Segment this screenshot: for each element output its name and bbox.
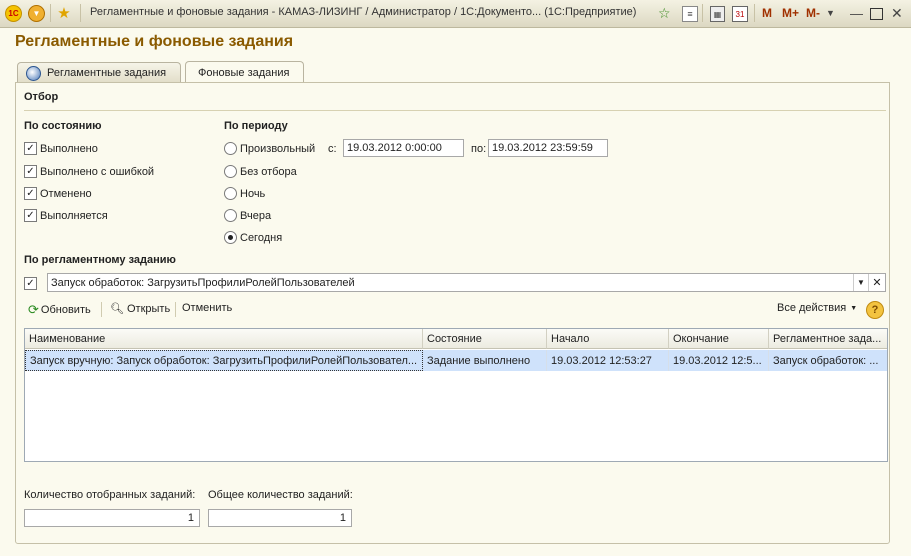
column-header-state[interactable]: Состояние <box>423 329 547 349</box>
all-actions-button[interactable]: Все действия ▼ <box>777 302 857 314</box>
state-filter-title: По состоянию <box>24 120 102 132</box>
table-cell[interactable]: Запуск вручную: Запуск обработок: Загруз… <box>25 350 423 371</box>
separator <box>50 4 51 22</box>
cancel-label: Отменить <box>182 302 233 314</box>
open-label: Открыть <box>126 302 171 315</box>
to-label: по: <box>471 143 487 155</box>
minimize-icon[interactable]: — <box>850 5 863 21</box>
radio-icon[interactable] <box>224 231 237 244</box>
tab-background-jobs[interactable]: Фоновые задания <box>185 61 304 83</box>
radio-label: Ночь <box>240 187 266 200</box>
checkbox-job-filter[interactable]: ✓ <box>24 277 40 290</box>
separator <box>80 4 81 22</box>
checkbox-icon[interactable]: ✓ <box>24 277 37 290</box>
cancel-button[interactable]: Отменить <box>182 302 232 314</box>
period-to-field[interactable]: 19.03.2012 23:59:59 <box>488 139 608 157</box>
refresh-label: Обновить <box>40 304 91 316</box>
page-title: Регламентные и фоновые задания <box>15 33 294 50</box>
radio-label: Без отбора <box>240 165 297 178</box>
radio-custom-period[interactable]: Произвольный <box>224 142 315 155</box>
checkbox-label: Выполнено <box>40 142 98 155</box>
help-icon[interactable]: ? <box>866 301 884 319</box>
job-filter-value: Запуск обработок: ЗагрузитьПрофилиРолейП… <box>51 276 355 289</box>
memory-minus-button[interactable]: M- <box>806 5 820 21</box>
job-filter-title: По регламентному заданию <box>24 254 176 266</box>
memory-button[interactable]: M <box>762 5 772 21</box>
period-filter-title: По периоду <box>224 120 288 132</box>
chevron-down-icon[interactable]: ▼ <box>853 274 868 291</box>
from-label: с: <box>328 143 337 155</box>
jobs-table[interactable]: Наименование Состояние Начало Окончание … <box>24 328 888 462</box>
radio-night[interactable]: Ночь <box>224 187 265 200</box>
column-header-start[interactable]: Начало <box>547 329 669 349</box>
checkbox-label: Выполняется <box>40 209 108 222</box>
window-titlebar: 1С ▼ ★ Регламентные и фоновые задания - … <box>0 0 911 28</box>
separator <box>101 302 102 317</box>
globe-icon <box>26 65 41 81</box>
all-actions-label: Все действия <box>777 302 847 314</box>
divider <box>24 110 886 111</box>
refresh-button[interactable]: ⟳ Обновить <box>28 302 91 318</box>
total-count-label: Общее количество заданий: <box>208 489 353 501</box>
calculator-icon[interactable]: ▦ <box>710 6 725 22</box>
separator <box>702 4 703 22</box>
favorite-star-icon[interactable]: ★ <box>56 5 72 22</box>
table-cell[interactable]: 19.03.2012 12:5... <box>669 350 769 371</box>
table-cell[interactable]: Запуск обработок: ... <box>769 350 887 371</box>
tab-scheduled-jobs[interactable]: Регламентные задания <box>17 62 181 83</box>
separator <box>754 4 755 22</box>
add-favorite-icon[interactable]: ☆ <box>658 5 671 21</box>
checkbox-running[interactable]: ✓ Выполняется <box>24 209 108 222</box>
column-header-scheduled-job[interactable]: Регламентное зада... <box>769 329 887 349</box>
selected-count-label: Количество отобранных заданий: <box>24 489 196 501</box>
table-cell[interactable]: 19.03.2012 12:53:27 <box>547 350 669 371</box>
close-icon[interactable]: ✕ <box>891 5 903 21</box>
checkbox-icon[interactable]: ✓ <box>24 142 37 155</box>
radio-label: Сегодня <box>240 231 283 244</box>
maximize-icon[interactable] <box>870 8 883 20</box>
radio-yesterday[interactable]: Вчера <box>224 209 271 222</box>
job-filter-field[interactable]: Запуск обработок: ЗагрузитьПрофилиРолейП… <box>47 273 886 292</box>
radio-icon[interactable] <box>224 209 237 222</box>
tab-label: Регламентные задания <box>47 67 167 79</box>
refresh-icon: ⟳ <box>28 302 39 317</box>
separator <box>175 302 176 317</box>
search-icon: 🔍︎ <box>110 303 124 315</box>
period-from-field[interactable]: 19.03.2012 0:00:00 <box>343 139 464 157</box>
checkbox-icon[interactable]: ✓ <box>24 209 37 222</box>
column-header-end[interactable]: Окончание <box>669 329 769 349</box>
radio-icon[interactable] <box>224 142 237 155</box>
radio-icon[interactable] <box>224 165 237 178</box>
filter-title: Отбор <box>24 91 59 103</box>
radio-label: Произвольный <box>240 142 316 155</box>
window-title: Регламентные и фоновые задания - КАМАЗ-Л… <box>90 6 637 18</box>
total-count-field: 1 <box>208 509 352 527</box>
1c-logo-icon[interactable]: 1С <box>5 5 22 22</box>
checkbox-icon[interactable]: ✓ <box>24 187 37 200</box>
open-button[interactable]: 🔍︎ Открыть <box>110 302 171 316</box>
chevron-down-icon[interactable]: ▼ <box>826 5 835 21</box>
tab-label: Фоновые задания <box>198 66 290 79</box>
radio-label: Вчера <box>240 209 272 222</box>
radio-no-filter[interactable]: Без отбора <box>224 165 297 178</box>
dropdown-menu-icon[interactable]: ▼ <box>28 5 45 22</box>
history-icon[interactable]: ≡ <box>682 6 698 22</box>
checkbox-label: Выполнено с ошибкой <box>40 165 155 178</box>
checkbox-cancelled[interactable]: ✓ Отменено <box>24 187 92 200</box>
column-header-name[interactable]: Наименование <box>25 329 423 349</box>
chevron-down-icon: ▼ <box>850 304 858 312</box>
checkbox-completed[interactable]: ✓ Выполнено <box>24 142 98 155</box>
checkbox-completed-with-error[interactable]: ✓ Выполнено с ошибкой <box>24 165 154 178</box>
radio-today[interactable]: Сегодня <box>224 231 282 244</box>
radio-icon[interactable] <box>224 187 237 200</box>
clear-icon[interactable]: ✕ <box>868 274 885 291</box>
memory-plus-button[interactable]: M+ <box>782 5 799 21</box>
selected-count-field: 1 <box>24 509 200 527</box>
checkbox-icon[interactable]: ✓ <box>24 165 37 178</box>
calendar-icon[interactable]: 31 <box>732 6 748 22</box>
table-cell[interactable]: Задание выполнено <box>423 350 547 371</box>
checkbox-label: Отменено <box>40 187 92 200</box>
